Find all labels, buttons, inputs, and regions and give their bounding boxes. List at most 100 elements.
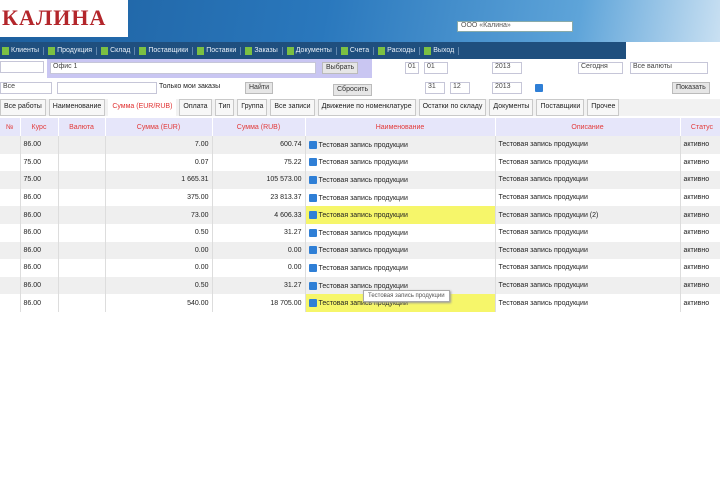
cell-sum-rub: 105 573.00 xyxy=(212,171,306,189)
nav-item[interactable]: Склад xyxy=(101,46,136,55)
tab[interactable]: Оплата xyxy=(179,99,212,116)
tab[interactable]: Сумма (EUR/RUB) xyxy=(108,99,177,116)
table-row[interactable]: 86.00 0.00 0.00 Тестовая запись продукци… xyxy=(0,241,720,260)
cell-name[interactable]: Тестовая запись продукции xyxy=(305,206,496,224)
column-header[interactable]: Сумма (EUR) xyxy=(105,118,213,136)
column-header[interactable]: Валюта xyxy=(58,118,106,136)
cell-description: Тестовая запись продукции xyxy=(495,188,681,207)
cell-description: Тестовая запись продукции xyxy=(495,153,681,172)
table-row[interactable]: 75.00 0.07 75.22 Тестовая запись продукц… xyxy=(0,153,720,172)
text-input[interactable] xyxy=(57,82,157,94)
checkbox-icon[interactable] xyxy=(308,175,317,184)
nav-icon xyxy=(378,46,386,55)
checkbox-icon[interactable] xyxy=(308,158,317,167)
year-to[interactable]: 2013 xyxy=(492,82,522,94)
tab[interactable]: Прочее xyxy=(587,99,620,116)
month-from[interactable]: 01 xyxy=(424,62,448,74)
tab[interactable]: Все записи xyxy=(270,99,315,116)
cell-rate: 86.00 xyxy=(20,276,59,295)
search-input[interactable] xyxy=(0,61,44,73)
cell-sum-eur: 540.00 xyxy=(105,294,213,312)
tab[interactable]: Наименование xyxy=(48,99,106,116)
year-from[interactable]: 2013 xyxy=(492,62,522,74)
info-icon[interactable] xyxy=(535,84,543,92)
cell-status: активно xyxy=(680,259,720,277)
tab[interactable]: Тип xyxy=(214,99,235,116)
tab[interactable]: Все работы xyxy=(0,99,46,116)
checkbox-icon[interactable] xyxy=(308,211,317,220)
cell-currency xyxy=(58,276,106,295)
filter-row-2: Все Только мои заказы Найти Сбросить 31 … xyxy=(0,79,720,99)
cell-index xyxy=(0,136,21,154)
table-row[interactable]: 86.00 73.00 4 606.33 Тестовая запись про… xyxy=(0,206,720,224)
table-row[interactable]: 86.00 0.50 31.27 Тестовая запись продукц… xyxy=(0,276,720,295)
cell-status: активно xyxy=(680,188,720,207)
cell-status: активно xyxy=(680,136,720,154)
column-header[interactable]: Описание xyxy=(495,118,681,136)
tab[interactable]: Остатки по складу xyxy=(418,99,487,116)
cell-status: активно xyxy=(680,171,720,189)
tab[interactable]: Движение по номенклатуре xyxy=(317,99,416,116)
cell-name[interactable]: Тестовая запись продукции xyxy=(305,259,496,277)
find-button[interactable]: Найти xyxy=(245,82,273,94)
cell-sum-eur: 0.00 xyxy=(105,241,213,260)
checkbox-icon[interactable] xyxy=(308,281,317,290)
nav-item[interactable]: Счета xyxy=(340,46,375,55)
checkbox-icon[interactable] xyxy=(308,228,317,237)
cell-index xyxy=(0,206,21,224)
cell-name[interactable]: Тестовая запись продукции xyxy=(305,153,496,172)
period-select[interactable]: Сегодня xyxy=(578,62,623,74)
nav-item[interactable]: Расходы xyxy=(378,46,421,55)
cell-name[interactable]: Тестовая запись продукции xyxy=(305,241,496,260)
cell-name[interactable]: Тестовая запись продукции xyxy=(305,223,496,242)
cell-currency xyxy=(58,259,106,277)
apply-button[interactable]: Выбрать xyxy=(322,62,359,74)
cell-currency xyxy=(58,153,106,172)
nav-item[interactable]: Выход xyxy=(424,46,460,55)
table-row[interactable]: 75.00 1 665.31 105 573.00 Тестовая запис… xyxy=(0,171,720,189)
nav-item[interactable]: Продукция xyxy=(48,46,98,55)
tab[interactable]: Группа xyxy=(237,99,268,116)
checkbox-icon[interactable] xyxy=(308,140,317,149)
table-row[interactable]: 86.00 7.00 600.74 Тестовая запись продук… xyxy=(0,136,720,154)
company-select[interactable]: ООО «Калина» xyxy=(457,21,573,32)
nav-item[interactable]: Документы xyxy=(286,46,337,55)
day-to[interactable]: 31 xyxy=(425,82,445,94)
checkbox-icon[interactable] xyxy=(308,263,317,272)
only-mine-check[interactable]: Только мои заказы xyxy=(159,83,220,90)
checkbox-icon[interactable] xyxy=(308,299,317,308)
cell-rate: 75.00 xyxy=(20,153,59,172)
cell-name[interactable]: Тестовая запись продукции xyxy=(305,171,496,189)
currency-select[interactable]: Все валюты xyxy=(630,62,708,74)
cell-name[interactable]: Тестовая запись продукции xyxy=(305,136,496,154)
cell-rate: 86.00 xyxy=(20,136,59,154)
checkbox-icon[interactable] xyxy=(308,193,317,202)
nav-item[interactable]: Поставщики xyxy=(139,46,194,55)
nav-item[interactable]: Заказы xyxy=(245,46,283,55)
column-header[interactable]: Сумма (RUB) xyxy=(212,118,306,136)
kind-select[interactable]: Все xyxy=(0,82,52,94)
column-header[interactable]: Статус xyxy=(680,118,720,136)
column-header[interactable]: № xyxy=(0,118,21,136)
tab[interactable]: Поставщики xyxy=(536,99,585,116)
filter-row: Офис 1 Выбрать 01 01 2013 Сегодня Все ва… xyxy=(0,59,720,79)
column-header[interactable]: Курс xyxy=(20,118,59,136)
reset-button[interactable]: Сбросить xyxy=(333,84,373,96)
office-select[interactable]: Офис 1 xyxy=(50,62,316,74)
cell-name[interactable]: Тестовая запись продукции xyxy=(305,188,496,207)
nav-item[interactable]: Клиенты xyxy=(2,46,45,55)
column-header[interactable]: Наименование xyxy=(305,118,496,136)
tab[interactable]: Документы xyxy=(489,99,534,116)
table-row[interactable]: 86.00 540.00 18 705.00 Тестовая запись п… xyxy=(0,294,720,312)
table-row[interactable]: 86.00 0.00 0.00 Тестовая запись продукци… xyxy=(0,259,720,277)
nav-item[interactable]: Поставки xyxy=(197,46,242,55)
cell-description: Тестовая запись продукции (2) xyxy=(495,206,681,224)
checkbox-icon[interactable] xyxy=(308,246,317,255)
cell-status: активно xyxy=(680,153,720,172)
table-row[interactable]: 86.00 375.00 23 813.37 Тестовая запись п… xyxy=(0,188,720,207)
cell-index xyxy=(0,153,21,172)
month-to[interactable]: 12 xyxy=(450,82,470,94)
show-button[interactable]: Показать xyxy=(672,82,710,94)
table-row[interactable]: 86.00 0.50 31.27 Тестовая запись продукц… xyxy=(0,223,720,242)
day-from[interactable]: 01 xyxy=(405,62,419,74)
